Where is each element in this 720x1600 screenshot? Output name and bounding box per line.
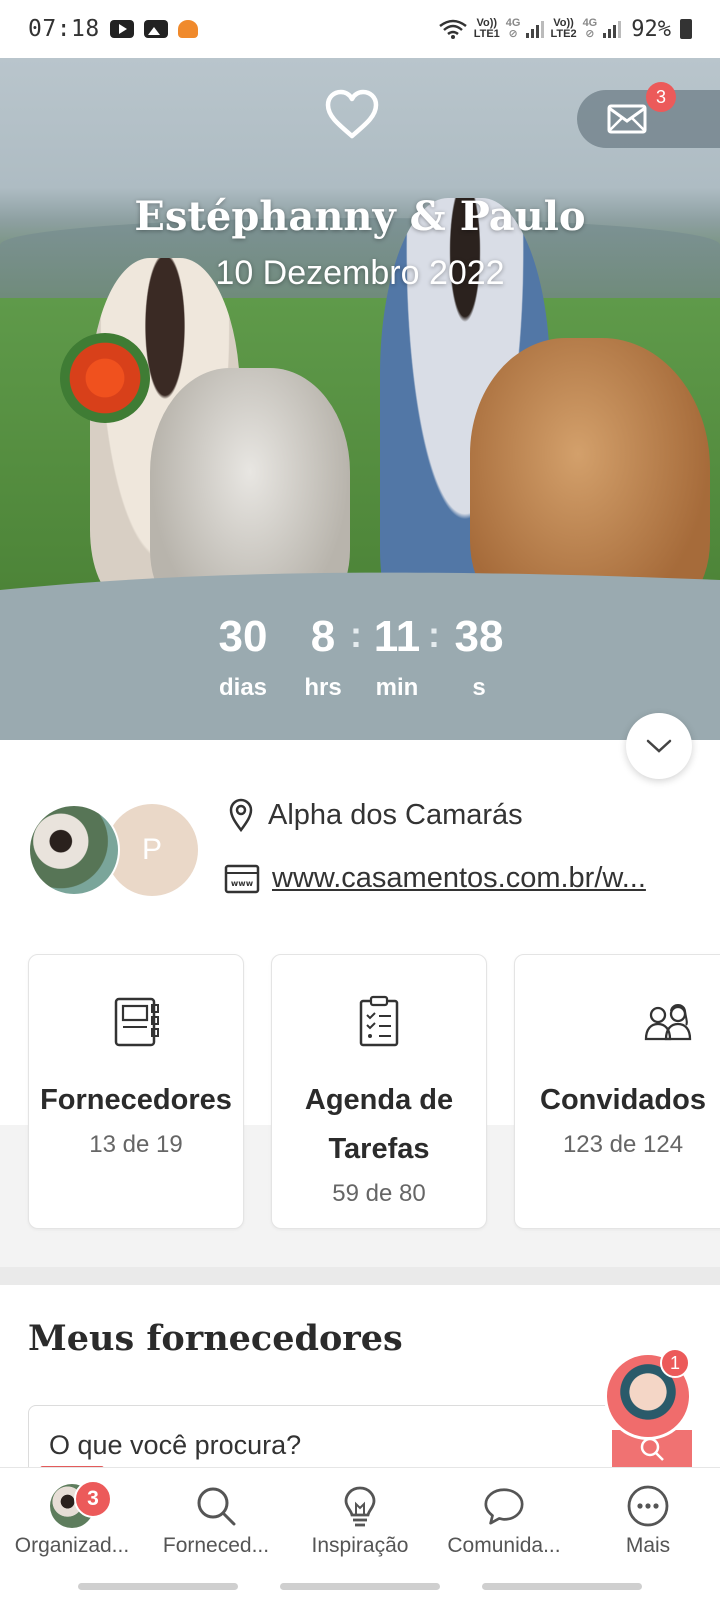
card-count: 13 de 19 [89,1131,183,1158]
countdown-timer: 30 dias 8 hrs : 11 min : 38 s [0,592,720,740]
mail-icon [607,104,647,134]
gesture-bar-home[interactable] [280,1583,440,1590]
nav-label: Comunida... [447,1534,561,1557]
card-count: 59 de 80 [332,1180,426,1207]
gesture-bar-recents[interactable] [482,1583,642,1590]
location-pin-icon [229,798,253,832]
countdown-separator: : [428,614,440,655]
messages-badge: 3 [646,82,676,112]
bottom-navigation: 3 Organizad... Forneced... Inspiração Co… [0,1467,720,1571]
countdown-separator: : [350,614,362,655]
status-bar: 07:18 Vo)) LTE1 4G ⊘ Vo)) LTE2 4G ⊘ 92% [0,0,720,58]
search-icon [197,1487,236,1526]
expand-toggle-button[interactable] [626,713,692,779]
section-title: Meus fornecedores [28,1318,403,1359]
nav-badge: 3 [74,1480,112,1518]
couple-avatar[interactable] [28,804,120,896]
wedding-website-link[interactable]: www www.casamentos.com.br/w... [224,862,694,895]
network-1: Vo)) LTE1 [473,17,500,40]
heart-logo-icon [325,89,379,139]
wifi-icon [438,19,467,39]
couple-photo: Estéphanny & Paulo 10 Dezembro 2022 3 [0,58,720,598]
location-text: Alpha dos Camarás [268,798,523,831]
svg-text:www: www [231,879,254,888]
gesture-bar-back[interactable] [78,1583,238,1590]
image-notification-icon [143,20,168,38]
countdown-seconds: 38 s [454,612,504,701]
notebook-icon [114,997,159,1047]
app-notification-icon [177,20,198,38]
guests-icon [644,1004,692,1041]
card-title: Fornecedores [40,1084,232,1116]
battery-level: 92% [631,16,671,42]
battery-icon [680,19,692,39]
clipboard-checklist-icon [359,995,399,1047]
card-tasks[interactable]: Agenda de Tarefas 59 de 80 [271,954,487,1229]
nav-label: Mais [625,1534,671,1557]
assistant-badge: 1 [660,1348,690,1378]
more-dots-icon [627,1485,669,1527]
card-count: 123 de 124 [562,1131,684,1158]
nav-community[interactable]: Comunida... [432,1468,576,1572]
signal-bars-1-icon [526,20,545,38]
website-url: www.casamentos.com.br/w... [272,862,646,894]
nav-label: Forneced... [162,1534,270,1557]
chevron-down-icon [646,739,672,753]
search-prompt: O que você procura? [49,1430,302,1460]
nav-more[interactable]: Mais [576,1468,720,1572]
countdown-minutes: 11 min [373,612,421,701]
card-guests[interactable]: Convidados 123 de 124 [514,954,720,1229]
nav-inspiration[interactable]: Inspiração [288,1468,432,1572]
card-title: Agenda de Tarefas [304,1084,454,1165]
nav-vendors[interactable]: Forneced... [144,1468,288,1572]
signal-bars-2-icon [603,20,622,38]
website-icon: www [224,864,260,893]
network-type-2: 4G ⊘ [582,17,598,40]
card-title: Convidados [540,1084,706,1116]
nav-organizer[interactable]: 3 Organizad... [0,1468,144,1572]
status-time: 07:18 [28,16,100,42]
nav-label: Inspiração [311,1534,409,1557]
wedding-date: 10 Dezembro 2022 [215,254,505,292]
section-divider [0,1267,720,1285]
wedding-location[interactable]: Alpha dos Camarás [228,798,523,832]
chat-bubble-icon [484,1488,524,1525]
network-2: Vo)) LTE2 [550,17,577,40]
countdown-days: 30 dias [218,612,268,701]
network-type-1: 4G ⊘ [505,17,521,40]
card-vendors[interactable]: Fornecedores 13 de 19 [28,954,244,1229]
youtube-notification-icon [109,20,134,38]
couple-names: Estéphanny & Paulo [134,193,586,240]
lightbulb-icon [344,1486,376,1527]
countdown-hours: 8 hrs [304,612,342,701]
nav-label: Organizad... [14,1534,130,1557]
